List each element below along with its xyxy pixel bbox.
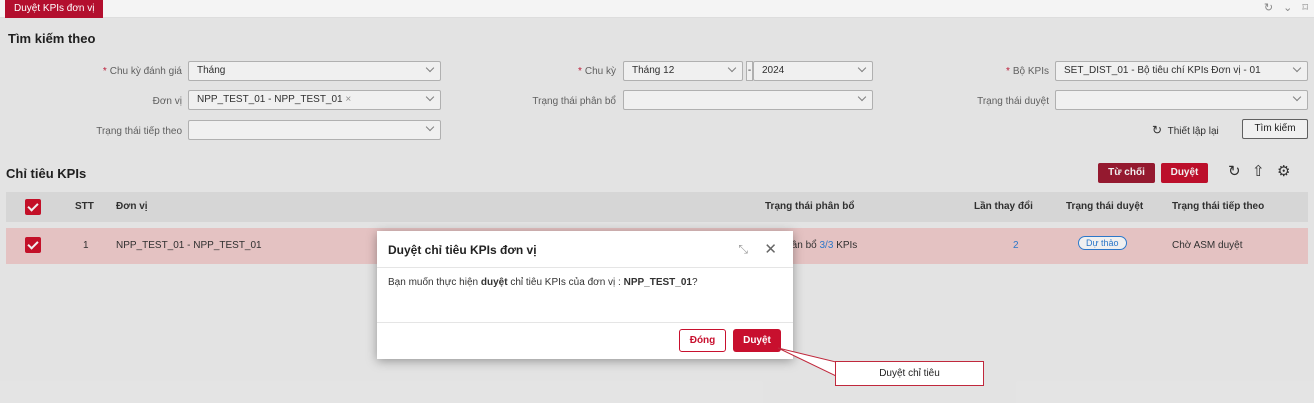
kpi-section-title: Chỉ tiêu KPIs [6, 166, 87, 181]
chevron-down-icon [857, 92, 867, 102]
next-status-select[interactable] [188, 120, 441, 140]
row-stt: 1 [83, 240, 89, 251]
clear-icon[interactable]: × [345, 94, 351, 105]
chevron-down-icon [425, 122, 435, 132]
row-changes[interactable]: 2 [1013, 240, 1019, 251]
tab-bar: Duyệt KPIs đơn vị ↻ ⌄ ⌑ [0, 0, 1314, 18]
col-approval-status: Trạng thái duyệt [1066, 201, 1144, 212]
cycle-label: * Chu kỳ [577, 66, 616, 77]
cycle-separator: - [746, 61, 753, 81]
next-status-label: Trạng thái tiếp theo [96, 126, 182, 137]
expand-icon[interactable]: ⤡ [738, 242, 748, 257]
chevron-down-icon [1292, 92, 1302, 102]
callout-annotation: Duyệt chỉ tiêu [835, 361, 984, 386]
close-icon[interactable]: ✕ [764, 240, 777, 258]
row-unit: NPP_TEST_01 - NPP_TEST_01 [116, 240, 262, 251]
cycle-eval-select[interactable]: Tháng [188, 61, 441, 81]
approve-button[interactable]: Duyệt [1161, 163, 1208, 183]
cycle-eval-label: * Chu kỳ đánh giá [102, 66, 182, 77]
reset-icon: ↻ [1152, 123, 1163, 137]
unit-select[interactable]: NPP_TEST_01 - NPP_TEST_01 × [188, 90, 441, 110]
col-changes: Lần thay đổi [974, 201, 1033, 212]
chevron-down-icon [425, 92, 435, 102]
select-all-checkbox[interactable] [25, 199, 41, 215]
column-height-icon[interactable]: ⇧ [1252, 162, 1265, 180]
chevron-down-icon [857, 63, 867, 73]
row-next-status: Chờ ASM duyệt [1172, 240, 1243, 251]
pin-icon[interactable]: ⌑ [1302, 1, 1308, 14]
kpi-set-label: * Bộ KPIs [1005, 66, 1049, 77]
unit-label: Đơn vị [152, 96, 182, 107]
approve-dialog: Duyệt chỉ tiêu KPIs đơn vị ⤡ ✕ Bạn muốn … [377, 231, 793, 359]
dialog-close-button[interactable]: Đóng [679, 329, 726, 352]
alloc-status-select[interactable] [623, 90, 873, 110]
col-alloc-status: Trạng thái phân bổ [765, 201, 855, 212]
chevron-down-icon [425, 63, 435, 73]
dialog-title: Duyệt chỉ tiêu KPIs đơn vị [388, 243, 537, 257]
cycle-month-select[interactable]: Tháng 12 [623, 61, 743, 81]
alloc-status-label: Trạng thái phân bổ [532, 96, 616, 107]
col-unit: Đơn vị [116, 201, 148, 212]
col-next-status: Trạng thái tiếp theo [1172, 201, 1265, 212]
dialog-footer-divider [377, 322, 793, 323]
approval-status-label: Trạng thái duyệt [977, 96, 1049, 107]
reset-button[interactable]: ↻ Thiết lập lại [1152, 123, 1219, 137]
approval-status-select[interactable] [1055, 90, 1308, 110]
refresh-icon[interactable]: ↻ [1228, 162, 1241, 180]
chevron-down-icon [727, 63, 737, 73]
reject-button[interactable]: Từ chối [1098, 163, 1155, 183]
gear-icon[interactable]: ⚙ [1277, 162, 1290, 180]
tabbar-actions: ↻ ⌄ ⌑ [1264, 1, 1308, 14]
search-section-title: Tìm kiếm theo [8, 31, 96, 46]
dialog-header-divider [377, 267, 793, 268]
chevron-down-icon[interactable]: ⌄ [1283, 1, 1292, 14]
chevron-down-icon [1292, 63, 1302, 73]
status-badge: Dự thảo [1078, 236, 1127, 250]
row-checkbox[interactable] [25, 237, 41, 253]
kpi-set-select[interactable]: SET_DIST_01 - Bộ tiêu chí KPIs Đơn vị - … [1055, 61, 1308, 81]
tab-duyet-kpis[interactable]: Duyệt KPIs đơn vị [5, 0, 104, 18]
col-stt: STT [75, 201, 94, 212]
refresh-icon[interactable]: ↻ [1264, 1, 1273, 14]
search-button[interactable]: Tìm kiếm [1242, 119, 1308, 139]
cycle-year-select[interactable]: 2024 [753, 61, 873, 81]
dialog-message: Bạn muốn thực hiện duyệt chỉ tiêu KPIs c… [388, 277, 698, 288]
